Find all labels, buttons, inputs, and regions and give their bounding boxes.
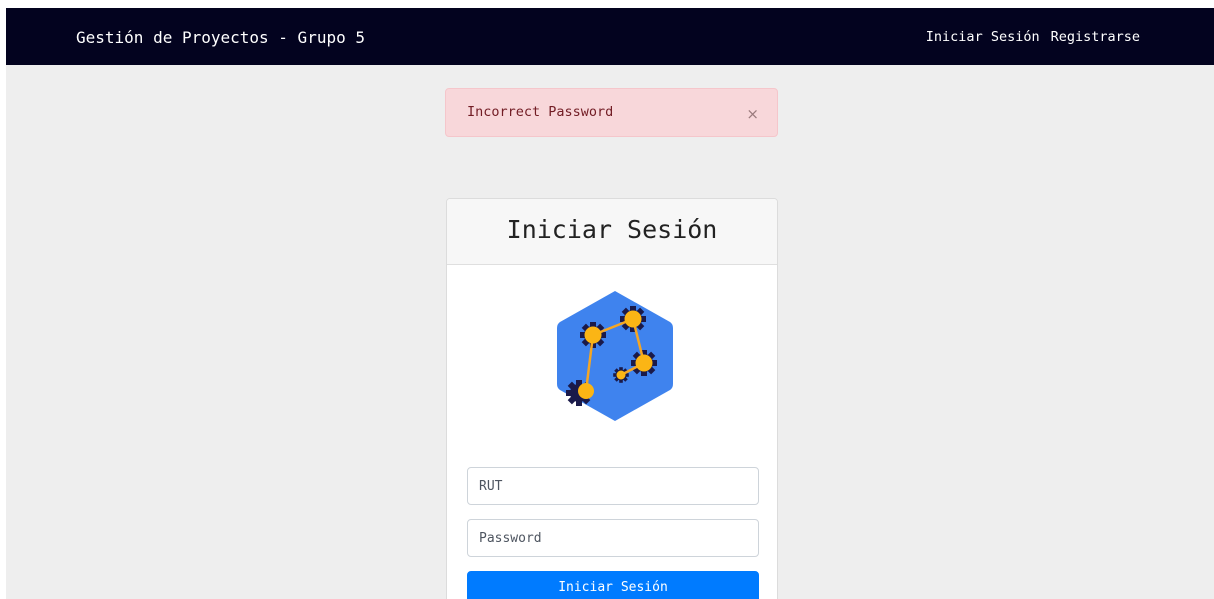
rut-input[interactable] (467, 467, 759, 505)
login-card: Iniciar Sesión RUT Iniciar Sesión (446, 198, 778, 599)
top-navbar: Gestión de Proyectos - Grupo 5 Iniciar S… (6, 8, 1214, 65)
app-frame: Gestión de Proyectos - Grupo 5 Iniciar S… (6, 8, 1214, 599)
error-alert: Incorrect Password × (445, 88, 778, 137)
close-icon[interactable]: × (746, 89, 759, 139)
login-card-header: Iniciar Sesión (447, 199, 777, 265)
login-submit-button[interactable]: Iniciar Sesión (467, 571, 759, 599)
alert-message: Incorrect Password (467, 104, 614, 120)
brand-link[interactable]: Gestión de Proyectos - Grupo 5 (76, 8, 365, 65)
hexagon-gears-network-logo-icon (557, 291, 673, 421)
nav-register-link[interactable]: Registrarse (1051, 8, 1140, 67)
nav-login-link[interactable]: Iniciar Sesión (926, 8, 1040, 67)
login-title: Iniciar Sesión (506, 215, 718, 244)
password-input[interactable] (467, 519, 759, 557)
nav-links: Iniciar Sesión Registrarse (926, 8, 1140, 65)
